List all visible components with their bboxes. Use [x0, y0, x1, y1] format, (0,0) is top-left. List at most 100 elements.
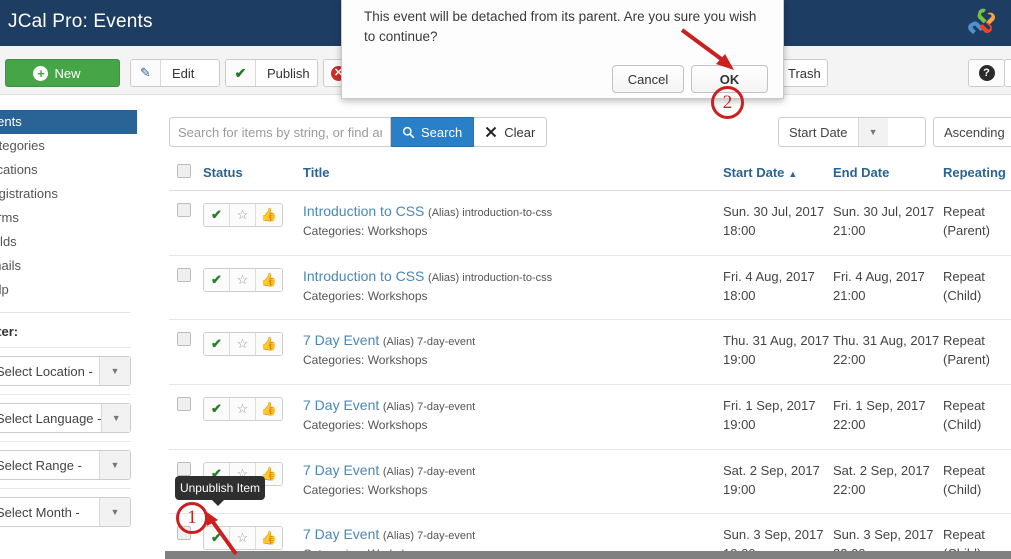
start-time-value: 18:00 — [723, 287, 756, 303]
row-select-cell[interactable] — [169, 319, 203, 386]
row-checkbox[interactable] — [177, 332, 191, 347]
sidebar-item-emails[interactable]: Emails — [0, 254, 137, 278]
row-end-date-cell: Fri. 1 Sep, 2017 22:00 — [833, 384, 943, 450]
feature-toggle-button[interactable]: ☆ — [230, 398, 256, 421]
publish-button[interactable]: ✔ Publish — [225, 59, 318, 87]
end-date-header[interactable]: End Date — [833, 158, 943, 191]
end-date-value: Sun. 3 Sep, 2017 — [833, 527, 934, 543]
sort-direction-select[interactable]: Ascending — [933, 117, 1011, 147]
row-title-cell: 7 Day Event (Alias) 7-day-event Categorie… — [303, 449, 723, 515]
repeat-value: Repeat — [943, 527, 985, 543]
chevron-down-icon: ▼ — [99, 451, 130, 479]
event-title-link[interactable]: 7 Day Event — [303, 462, 379, 478]
sidebar-item-help[interactable]: Help — [0, 278, 137, 302]
event-title-link[interactable]: Introduction to CSS — [303, 203, 424, 219]
sidebar-item-locations[interactable]: Locations — [0, 158, 137, 182]
horizontal-scrollbar[interactable] — [165, 551, 1011, 559]
approve-toggle-button[interactable]: 👍 — [256, 204, 282, 226]
month-filter-value: - Select Month - — [0, 504, 80, 520]
sort-bar: Start Date ▼ Ascending — [778, 117, 1011, 147]
sidebar: Events Categories Locations Registration… — [0, 110, 137, 527]
end-date-value: Sat. 2 Sep, 2017 — [833, 462, 930, 478]
search-button-label: Search — [421, 124, 463, 140]
location-filter-select[interactable]: - Select Location - ▼ — [0, 356, 131, 386]
status-header[interactable]: Status — [203, 158, 303, 191]
row-select-cell[interactable] — [169, 384, 203, 450]
row-select-cell[interactable] — [169, 255, 203, 321]
event-title-link[interactable]: 7 Day Event — [303, 397, 379, 413]
event-alias: (Alias) introduction-to-css — [428, 271, 553, 284]
month-filter-select[interactable]: - Select Month - ▼ — [0, 497, 131, 527]
sidebar-divider — [0, 312, 131, 313]
sidebar-item-registrations[interactable]: Registrations — [0, 182, 137, 206]
sort-field-select[interactable]: Start Date ▼ — [778, 117, 926, 147]
help-button[interactable]: ? — [968, 59, 1005, 87]
end-time-value: 21:00 — [833, 222, 866, 238]
repeat-value: Repeat — [943, 398, 985, 414]
event-title-link[interactable]: 7 Day Event — [303, 332, 379, 348]
select-all-checkbox[interactable] — [177, 164, 191, 178]
start-time-value: 18:00 — [723, 222, 756, 238]
sidebar-item-categories[interactable]: Categories — [0, 134, 137, 158]
annotation-step-1: 1 — [176, 502, 208, 534]
sidebar-item-forms[interactable]: Forms — [0, 206, 137, 230]
approve-toggle-button[interactable]: 👍 — [256, 268, 282, 291]
sort-direction-value: Ascending — [944, 124, 1005, 140]
clear-button[interactable]: Clear — [474, 117, 548, 147]
publish-toggle-button[interactable]: ✔ — [204, 268, 230, 291]
search-input[interactable] — [169, 117, 391, 147]
sort-field-value: Start Date — [789, 124, 848, 140]
status-button-group: ✔ ☆ 👍 — [203, 332, 283, 357]
select-all-header[interactable] — [169, 158, 203, 191]
sidebar-item-fields[interactable]: Fields — [0, 230, 137, 254]
row-title-cell: 7 Day Event (Alias) 7-day-event Categorie… — [303, 319, 723, 386]
events-table: Status Title Start Date ▲ End Date Repeat… — [169, 158, 1011, 559]
row-repeating-cell: Repeat (Child) — [943, 255, 1011, 321]
table-row: ✔ ☆ 👍 Introduction to CSS (Alias) introduct… — [169, 190, 1011, 256]
sidebar-item-events[interactable]: Events — [0, 110, 137, 134]
event-categories: Categories: Workshops — [303, 353, 428, 368]
title-header[interactable]: Title — [303, 158, 723, 191]
plus-circle-icon: + — [33, 60, 49, 86]
filter-rule — [0, 441, 131, 442]
row-select-cell[interactable] — [169, 190, 203, 256]
options-button[interactable] — [1004, 59, 1011, 87]
row-checkbox[interactable] — [177, 203, 191, 217]
repeat-value: Repeat — [943, 462, 985, 478]
trash-button[interactable]: Trash — [779, 59, 828, 87]
approve-toggle-button[interactable]: 👍 — [256, 398, 282, 421]
range-filter-select[interactable]: - Select Range - ▼ — [0, 450, 131, 480]
feature-toggle-button[interactable]: ☆ — [230, 204, 256, 226]
row-title-cell: Introduction to CSS (Alias) introduction… — [303, 190, 723, 256]
search-button[interactable]: Search — [391, 117, 475, 147]
repeating-header[interactable]: Repeating — [943, 158, 1011, 191]
row-status-cell: ✔ ☆ 👍 — [203, 384, 303, 450]
event-title-link[interactable]: Introduction to CSS — [303, 268, 424, 284]
chevron-down-icon: ▼ — [101, 404, 130, 432]
feature-toggle-button[interactable]: ☆ — [230, 333, 256, 356]
row-checkbox[interactable] — [177, 461, 191, 476]
row-repeating-cell: Repeat (Parent) — [943, 190, 1011, 256]
feature-toggle-button[interactable]: ☆ — [230, 268, 256, 291]
approve-toggle-button[interactable]: 👍 — [256, 333, 282, 356]
new-button[interactable]: + New — [5, 59, 120, 87]
publish-toggle-button[interactable]: ✔ — [204, 333, 230, 356]
language-filter-select[interactable]: - Select Language - ▼ — [0, 403, 131, 433]
publish-toggle-button[interactable]: ✔ — [204, 398, 230, 421]
event-alias: (Alias) 7-day-event — [382, 530, 476, 543]
row-checkbox[interactable] — [177, 267, 191, 282]
event-categories: Categories: Workshops — [303, 224, 428, 238]
cancel-button[interactable]: Cancel — [612, 65, 684, 93]
approve-toggle-button[interactable]: 👍 — [256, 527, 282, 550]
event-title-link[interactable]: 7 Day Event — [303, 526, 379, 542]
repeat-value: Repeat — [943, 333, 985, 349]
row-start-date-cell: Sun. 30 Jul, 2017 18:00 — [723, 190, 833, 256]
filter-section-label: Filter: — [0, 324, 19, 339]
row-checkbox[interactable] — [177, 397, 191, 412]
start-date-header[interactable]: Start Date ▲ — [723, 158, 833, 191]
pencil-square-icon: ✎ — [131, 60, 161, 86]
repeat-kind-value: (Child) — [943, 287, 982, 303]
edit-button[interactable]: ✎ Edit — [130, 59, 220, 87]
publish-toggle-button[interactable]: ✔ — [204, 204, 230, 226]
chevron-down-icon: ▼ — [99, 357, 130, 385]
